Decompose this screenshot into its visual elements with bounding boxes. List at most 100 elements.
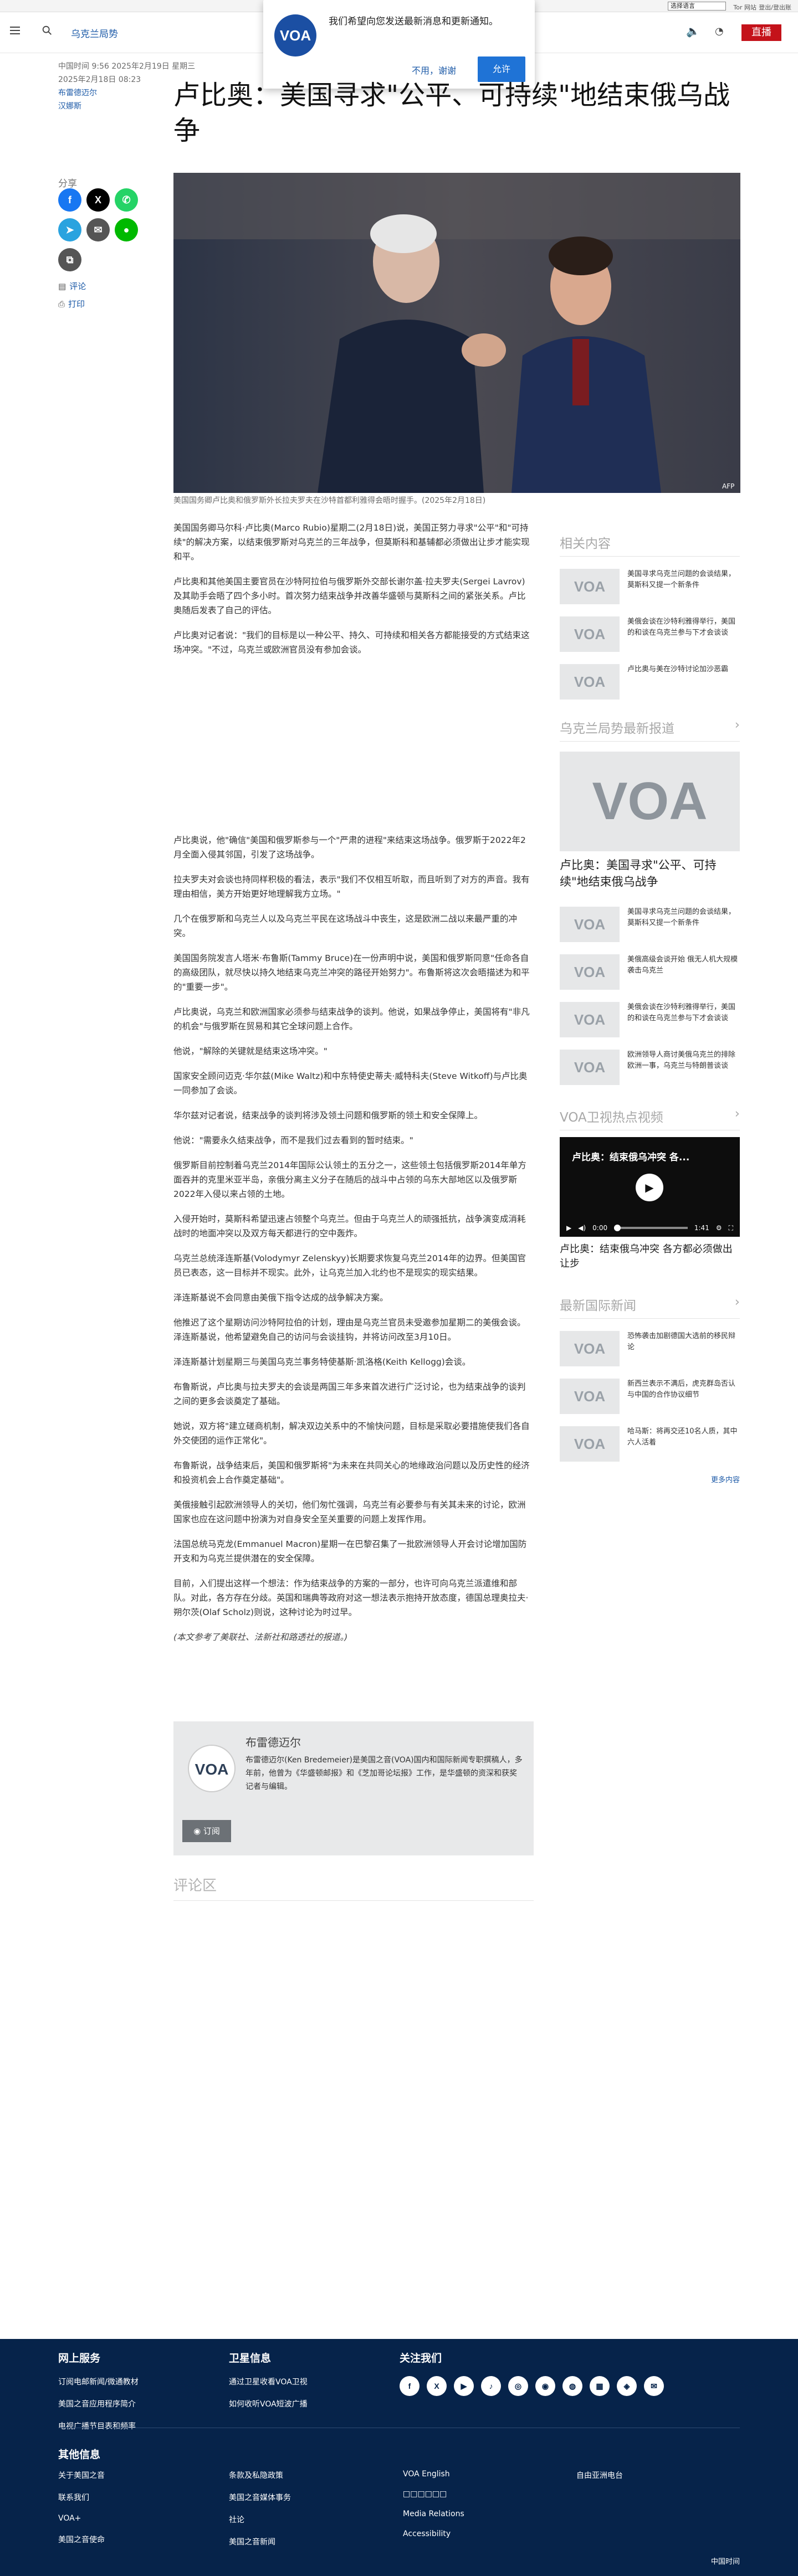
paragraph: 泽连斯基说不会同意由美俄下指令达成的战争解决方案。 [173, 1293, 388, 1303]
footer-copyright: 中国时间 [710, 2558, 740, 2566]
progress-bar[interactable] [614, 1225, 688, 1231]
footer-link[interactable]: 自由亚洲电台 [576, 2470, 623, 2481]
tiktok-icon[interactable]: ♪ [481, 2376, 501, 2396]
footer-link[interactable]: 订阅电邮新闻/微通教材 [58, 2376, 139, 2387]
list-item[interactable]: VOA 美国寻求乌克兰问题的会谈结果，莫斯科又提一个新条件 [560, 569, 740, 604]
related-section: 相关内容 VOA 美国寻求乌克兰问题的会谈结果，莫斯科又提一个新条件 VOA 美俄会… [560, 533, 740, 712]
footer-link[interactable]: 条款及私隐政策 [229, 2470, 291, 2481]
footer-link[interactable]: □□□□□□ [403, 2490, 464, 2498]
list-item[interactable]: VOA 美俄高级会谈开始 俄无人机大规模袭击乌克兰 [560, 954, 740, 990]
play-small-icon[interactable]: ▶ [566, 1224, 571, 1232]
search-icon[interactable] [41, 24, 53, 37]
x-icon[interactable]: X [427, 2376, 447, 2396]
footer-link[interactable]: Media Relations [403, 2510, 464, 2518]
tor-link[interactable]: Tor 网站 [733, 3, 756, 12]
footer-link[interactable]: Accessibility [403, 2529, 464, 2538]
line-icon[interactable]: ● [115, 218, 138, 241]
paragraph: 卢比奥对记者说："我们的目标是以一种公平、持久、可持续和相关各方都能接受的方式结… [173, 630, 530, 655]
play-icon[interactable]: ▶ [636, 1174, 663, 1201]
footer-link[interactable]: 电视广播节目表和频率 [58, 2420, 139, 2431]
latest-heading[interactable]: 乌克兰局势最新报道 › [560, 718, 740, 742]
facebook-icon[interactable]: f [58, 188, 81, 212]
footer-link[interactable]: 如何收听VOA短波广播 [229, 2398, 308, 2409]
footer-link[interactable]: 美国之音新闻 [229, 2536, 291, 2547]
paragraph: 美国国务院发言人塔米·布鲁斯(Tammy Bruce)在一份声明中说，美国和俄罗… [173, 953, 530, 992]
threads-icon[interactable]: ◉ [535, 2376, 555, 2396]
x-icon[interactable]: X [86, 188, 110, 212]
footer-link[interactable]: 社论 [229, 2514, 291, 2525]
facebook-icon[interactable]: f [400, 2376, 420, 2396]
chevron-right-icon: › [734, 718, 740, 732]
email-icon[interactable]: ✉ [644, 2376, 664, 2396]
item-title: 美国寻求乌克兰问题的会谈结果，莫斯科又提一个新条件 [627, 570, 736, 589]
print-link[interactable]: ⎙ 打印 [58, 298, 85, 310]
volume-icon[interactable]: ◀) [578, 1224, 586, 1232]
footer-link[interactable]: 美国之音使命 [58, 2534, 105, 2545]
list-item[interactable]: VOA 卢比奥与美在沙特讨论加沙恶霸 [560, 664, 740, 700]
settings-icon[interactable]: ⚙ [716, 1224, 722, 1232]
paragraph: 入侵开始时，莫斯科希望迅速占领整个乌克兰。但由于乌克兰人的顽强抵抗，战争演变成消… [173, 1214, 526, 1238]
telegram-icon[interactable]: ➤ [58, 218, 81, 241]
paragraph: 美国国务卿马尔科·卢比奥(Marco Rubio)星期二(2月18日)说，美国正… [173, 523, 530, 562]
footer-link[interactable]: 通过卫星收看VOA卫视 [229, 2376, 308, 2387]
list-item[interactable]: VOA 欧洲领导人商讨美俄乌克兰的排除欧洲一事，乌克兰与特朗普谈谈 [560, 1050, 740, 1085]
comment-link[interactable]: ▤ 评论 [58, 280, 86, 292]
list-item[interactable]: VOA 哈马斯：将再交还10名人质，其中六人活着 [560, 1426, 740, 1462]
more-link[interactable]: 更多内容 [560, 1474, 740, 1484]
footer-link[interactable]: 联系我们 [58, 2492, 105, 2503]
youtube-icon[interactable]: ▶ [454, 2376, 474, 2396]
footer-link[interactable]: 美国之音媒体事务 [229, 2492, 291, 2503]
footer-other-col1: 关于美国之音 联系我们 VOA+ 美国之音使命 [58, 2470, 105, 2556]
app-icon[interactable]: ◈ [617, 2376, 637, 2396]
whatsapp-icon[interactable]: ✆ [115, 188, 138, 212]
notification-prompt: VOA 我们希望向您发送最新消息和更新通知。 不用，谢谢 允许 [263, 0, 535, 89]
user-icon[interactable]: ◔ [715, 25, 724, 37]
video-section: VOA卫视热点视频 › 卢比奥：结束俄乌冲突 各... ▶ ▶ ◀) 0:00 1… [560, 1107, 740, 1288]
video-heading[interactable]: VOA卫视热点视频 › [560, 1107, 740, 1130]
thumbnail: VOA [560, 907, 620, 942]
audio-icon[interactable]: 🔈 [686, 24, 700, 38]
footer-link[interactable]: VOA+ [58, 2514, 105, 2523]
footer-heading: 其他信息 [58, 2449, 101, 2461]
decline-button[interactable]: 不用，谢谢 [412, 63, 456, 76]
duration: 1:41 [694, 1224, 709, 1232]
intl-heading[interactable]: 最新国际新闻 › [560, 1295, 740, 1319]
live-button[interactable]: 直播 [741, 24, 781, 41]
paragraph: 他说，"解除的关键就是结束这场冲突。" [173, 1046, 328, 1056]
podcast-icon[interactable]: ◍ [562, 2376, 582, 2396]
progress-handle[interactable] [614, 1225, 621, 1231]
author-name[interactable]: 布雷德迈尔 [245, 1734, 301, 1750]
footer-link[interactable]: 关于美国之音 [58, 2470, 105, 2481]
video-overlay-title: 卢比奥：结束俄乌冲突 各... [572, 1152, 690, 1163]
breadcrumb[interactable]: 乌克兰局势 [71, 26, 118, 40]
video-caption[interactable]: 卢比奥：结束俄乌冲突 各方都必须做出让步 [560, 1242, 740, 1271]
email-icon[interactable]: ✉ [86, 218, 110, 241]
article-title: 卢比奥：美国寻求"公平、可持续"地结束俄乌战争 [173, 80, 730, 146]
footer-other-col2: 条款及私隐政策 美国之音媒体事务 社论 美国之音新闻 [229, 2470, 291, 2558]
feature-image[interactable]: VOA [560, 752, 740, 851]
list-item[interactable]: VOA 美俄会谈在沙特利雅得举行，美国的和谈在乌克兰参与下才会谈谈 [560, 1002, 740, 1037]
footer-link[interactable]: 美国之音应用程序简介 [58, 2398, 139, 2409]
list-item[interactable]: VOA 新西兰表示不满后，虎克群岛否认与中国的合作协议细节 [560, 1379, 740, 1414]
item-title: 恐怖袭击加剧德国大选前的移民辩论 [627, 1332, 736, 1351]
video-player[interactable]: 卢比奥：结束俄乌冲突 各... ▶ ▶ ◀) 0:00 1:41 ⚙ ⛶ [560, 1137, 740, 1237]
menu-icon[interactable] [10, 27, 20, 34]
list-item[interactable]: VOA 美俄会谈在沙特利雅得举行，美国的和谈在乌克兰参与下才会谈谈 [560, 616, 740, 652]
logout-link[interactable]: 登出/登出账 [759, 3, 791, 12]
list-item[interactable]: VOA 美国寻求乌克兰问题的会谈结果，莫斯科又提一个新条件 [560, 907, 740, 942]
hero-image: AFP [173, 173, 740, 493]
language-select[interactable]: 选择语言 [668, 2, 726, 11]
rss-icon[interactable]: ▦ [590, 2376, 610, 2396]
feature-title[interactable]: 卢比奥：美国寻求"公平、可持续"地结束俄乌战争 [560, 857, 740, 890]
list-item[interactable]: VOA 恐怖袭击加剧德国大选前的移民辩论 [560, 1331, 740, 1366]
subscribe-button[interactable]: ◉ 订阅 [182, 1820, 231, 1842]
instagram-icon[interactable]: ◎ [508, 2376, 528, 2396]
fullscreen-icon[interactable]: ⛶ [729, 1224, 733, 1232]
related-title: 相关内容 [560, 537, 611, 551]
share-label: 分享 [58, 178, 77, 189]
footer-link[interactable]: VOA English [403, 2470, 464, 2479]
copy-link-icon[interactable]: ⧉ [58, 248, 81, 271]
paragraph: 布鲁斯说，卢比奥与拉夫罗夫的会谈是两国三年多来首次进行广泛讨论，也为结束战争的谈… [173, 1382, 526, 1406]
svg-text:AFP: AFP [722, 482, 734, 490]
chevron-right-icon: › [734, 1295, 740, 1309]
